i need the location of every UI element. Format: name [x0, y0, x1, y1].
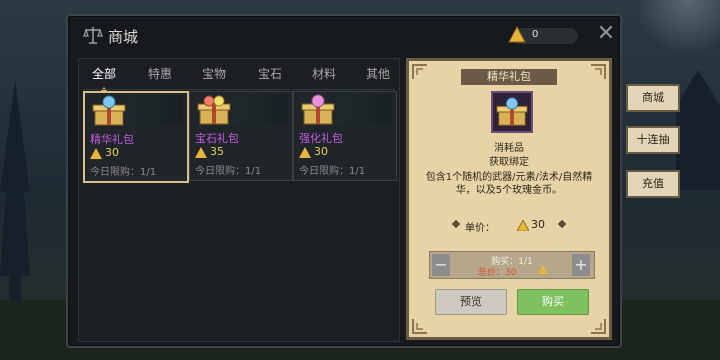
increase-button[interactable]: + [572, 254, 590, 276]
gift-chest-icon [197, 95, 231, 125]
item-type: 消耗品 [494, 143, 524, 154]
item-limit: 今日限购：1/1 [299, 166, 366, 177]
quantity-stepper: − 购买：1/1 总价：30 + [429, 251, 595, 279]
item-detail-panel: 精华礼包 消耗品 获取绑定 包含1个随机的武器/元素/法术/自然精华，以及5个玫… [406, 58, 612, 340]
shop-title: 商城 [108, 28, 139, 46]
currency-value: 0 [532, 29, 539, 40]
tab-treasure[interactable]: 宝物 [189, 65, 239, 82]
currency-display: 0 [508, 26, 578, 44]
gold-triangle-icon [90, 148, 102, 159]
tab-other[interactable]: 其他 [353, 65, 403, 82]
item-card-bg [127, 95, 183, 125]
title-bar: 商城 0 ✕ [68, 16, 620, 54]
gift-chest-icon [92, 95, 126, 126]
item-bind-status: 获取绑定 [489, 157, 529, 168]
item-list-panel: 全部 特惠 宝物 宝石 材料 其他 精华礼包 30 今日限购：1/1 宝石礼包 … [78, 58, 400, 342]
category-tabs: 全部 特惠 宝物 宝石 材料 其他 [79, 59, 399, 91]
corner-ornament [591, 64, 606, 79]
gold-triangle-icon [538, 265, 548, 274]
item-limit: 今日限购：1/1 [195, 166, 262, 177]
item-card-bg [232, 94, 288, 124]
item-description: 包含1个随机的武器/元素/法术/自然精华，以及5个玫瑰金币。 [425, 172, 593, 196]
scale-icon [83, 27, 103, 44]
unit-price-row: 单价： 30 [409, 217, 609, 234]
item-card-enhance-pack[interactable]: 强化礼包 30 今日限购：1/1 [293, 91, 397, 181]
item-price: 35 [210, 145, 224, 158]
side-button-ten-draw[interactable]: 十连抽 [626, 126, 680, 154]
tab-material[interactable]: 材料 [299, 65, 349, 82]
item-name: 精华礼包 [90, 133, 134, 146]
diamond-bullet-icon [451, 219, 461, 229]
gold-triangle-icon [299, 147, 311, 158]
item-name: 强化礼包 [299, 132, 343, 145]
unit-price-label: 单价： [465, 223, 495, 234]
tab-all[interactable]: 全部 [79, 65, 129, 82]
tab-divider [83, 89, 395, 90]
item-card-gem-pack[interactable]: 宝石礼包 35 今日限购：1/1 [189, 91, 293, 181]
corner-ornament [591, 319, 606, 334]
side-button-recharge[interactable]: 充值 [626, 170, 680, 198]
close-button[interactable]: ✕ [596, 23, 616, 46]
gift-chest-icon [301, 94, 335, 125]
corner-ornament [412, 64, 427, 79]
detail-item-icon [491, 91, 533, 133]
item-card-essence-pack[interactable]: 精华礼包 30 今日限购：1/1 [83, 91, 189, 183]
tab-gem[interactable]: 宝石 [245, 65, 295, 82]
item-price: 30 [105, 146, 119, 159]
item-limit: 今日限购：1/1 [90, 167, 157, 178]
diamond-bullet-icon [557, 219, 567, 229]
preview-button[interactable]: 预览 [435, 289, 507, 315]
side-button-shop[interactable]: 商城 [626, 84, 680, 112]
house-silhouette [676, 70, 720, 190]
moon-glow [640, 0, 720, 60]
tab-special[interactable]: 特惠 [135, 65, 185, 82]
gold-triangle-icon [508, 26, 526, 43]
gold-triangle-icon [517, 220, 529, 231]
corner-ornament [412, 319, 427, 334]
buy-button[interactable]: 购买 [517, 289, 589, 315]
total-price: 总价：30 [478, 268, 517, 278]
detail-title: 精华礼包 [461, 69, 557, 85]
item-card-bg [336, 94, 392, 124]
item-price: 30 [314, 145, 328, 158]
gold-triangle-icon [195, 147, 207, 158]
shop-window: 商城 0 ✕ 全部 特惠 宝物 宝石 材料 其他 精华礼包 30 今日限购：1/… [66, 14, 622, 348]
item-name: 宝石礼包 [195, 132, 239, 145]
unit-price-value: 30 [531, 218, 545, 231]
gift-chest-icon [496, 97, 528, 126]
